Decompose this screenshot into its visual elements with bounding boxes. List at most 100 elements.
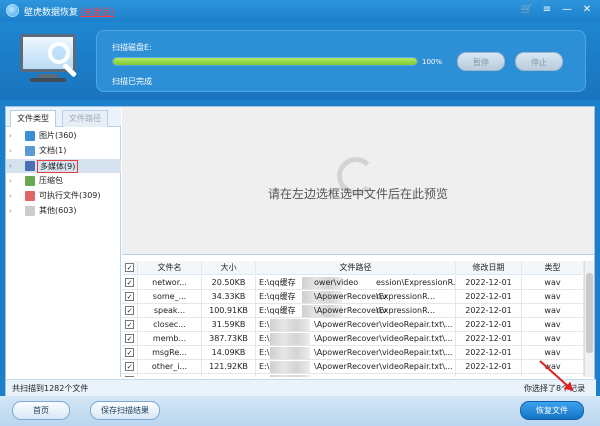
modified-date: 2022-12-01: [456, 290, 522, 304]
scan-progress-bar: [112, 57, 418, 66]
row-checkbox[interactable]: ✓: [125, 348, 134, 357]
table-row[interactable]: ✓ speak... 100.91KB E:\qq缓存 \ApowerRecover\v…: [122, 304, 584, 318]
column-header[interactable]: 类型: [522, 261, 584, 275]
tree-item[interactable]: › 压缩包: [6, 174, 121, 188]
preview-pane: 请在左边选框选中文件后在此预览: [122, 107, 594, 255]
save-scan-result-button[interactable]: 保存扫描结果: [90, 401, 160, 420]
modified-date: 2022-12-01: [456, 304, 522, 318]
path-prefix: E:\: [259, 362, 270, 371]
column-header[interactable]: 修改日期: [456, 261, 522, 275]
pause-button[interactable]: 暂停: [457, 52, 505, 71]
column-header[interactable]: 文件名: [138, 261, 202, 275]
row-checkbox[interactable]: ✓: [125, 376, 134, 377]
expand-arrow-icon[interactable]: ›: [9, 174, 12, 188]
table-row[interactable]: ✓ video...95.00KBE:\ \ApowerRecover\videoR…: [122, 374, 584, 377]
tree-item-label: 其他(603): [39, 206, 77, 215]
tree-item[interactable]: › 图片(360): [6, 129, 121, 143]
row-checkbox[interactable]: ✓: [125, 278, 134, 287]
activation-link[interactable]: (未激活): [80, 8, 114, 18]
file-type-tree: › 图片(360) › 文档(1) › 多媒体(9) › 压缩包 › 可执行文件(309) › 其他(…: [6, 127, 121, 377]
close-icon[interactable]: ✕: [580, 3, 594, 17]
path-suffix: \ApowerRecover\videoRepair.txt\...: [314, 362, 453, 371]
file-type: wav: [522, 332, 584, 346]
file-path: E:\ \ApowerRecover\videoRepair.txt\...: [256, 318, 456, 332]
path-prefix: E:\: [259, 348, 270, 357]
path-tail: \ExpressionR...: [376, 292, 436, 301]
recover-files-button[interactable]: 恢复文件: [520, 401, 584, 420]
path-suffix: \ApowerRecover\videoRepair.txt\...: [314, 374, 453, 377]
app-title: 壁虎数据恢复 (未激活): [24, 5, 114, 18]
path-suffix: ower\video: [314, 278, 359, 287]
table-row[interactable]: ✓ msgRe... 14.09KB E:\ \ApowerRecover\videoR…: [122, 346, 584, 360]
column-header[interactable]: 文件路径: [256, 261, 456, 275]
table-row[interactable]: ✓ memb... 387.73KB E:\ \ApowerRecover\videoR…: [122, 332, 584, 346]
status-bar: 共扫描到1282个文件 你选择了8个记录: [6, 379, 596, 397]
table-row[interactable]: ✓ other_i... 121.92KB E:\ \ApowerRecover\vid…: [122, 360, 584, 374]
scan-percent: 100%: [422, 58, 443, 66]
tree-item[interactable]: › 文档(1): [6, 144, 121, 158]
app-title-text: 壁虎数据恢复: [24, 8, 79, 18]
expand-arrow-icon[interactable]: ›: [9, 159, 12, 173]
tab-file-path[interactable]: 文件路径: [62, 110, 108, 127]
file-type: wav: [522, 290, 584, 304]
home-button[interactable]: 首页: [12, 401, 70, 420]
table-row[interactable]: ✓ closec... 31.59KB E:\ \ApowerRecover\video…: [122, 318, 584, 332]
row-checkbox[interactable]: ✓: [125, 306, 134, 315]
file-table: ✓ 文件名 大小 文件路径 修改日期 类型 ✓ networ... 20.50KB E:\qq缓存…: [122, 261, 594, 377]
tab-bar: 文件类型 文件路径: [6, 107, 121, 127]
scan-status: 扫描已完成: [112, 77, 152, 86]
row-checkbox[interactable]: ✓: [125, 362, 134, 371]
file-size: 31.59KB: [202, 318, 256, 332]
tree-item-label: 文档(1): [39, 146, 67, 155]
select-all-checkbox[interactable]: ✓: [125, 263, 134, 272]
modified-date: 2022-12-01: [456, 374, 522, 377]
file-path: E:\qq缓存 \ApowerRecover\v \ExpressionR...: [256, 304, 456, 318]
tab-file-type[interactable]: 文件类型: [10, 110, 56, 127]
file-type: wav: [522, 318, 584, 332]
scrollbar-thumb[interactable]: [586, 273, 593, 353]
file-name: speak...: [138, 304, 202, 318]
file-path: E:\qq缓存 ower\video ession\ExpressionR...: [256, 276, 456, 290]
table-row[interactable]: ✓ some_... 34.33KB E:\qq缓存 \ApowerRecover\v \…: [122, 290, 584, 304]
scan-progress-fill: [113, 58, 417, 65]
redacted-blur: [270, 361, 310, 373]
file-size: 121.92KB: [202, 360, 256, 374]
column-header[interactable]: 大小: [202, 261, 256, 275]
expand-arrow-icon[interactable]: ›: [9, 144, 12, 158]
file-size: 14.09KB: [202, 346, 256, 360]
path-prefix: E:\: [259, 334, 270, 343]
stop-button[interactable]: 停止: [515, 52, 563, 71]
scan-result-count: 共扫描到1282个文件: [12, 384, 89, 393]
redacted-blur: [270, 333, 310, 345]
tree-item[interactable]: › 多媒体(9): [6, 159, 121, 173]
expand-arrow-icon[interactable]: ›: [9, 204, 12, 218]
image-icon: [25, 131, 35, 141]
expand-arrow-icon[interactable]: ›: [9, 129, 12, 143]
file-size: 34.33KB: [202, 290, 256, 304]
row-checkbox[interactable]: ✓: [125, 292, 134, 301]
tree-item[interactable]: › 可执行文件(309): [6, 189, 121, 203]
multimedia-icon: [25, 161, 35, 171]
redacted-blur: [270, 347, 310, 359]
minimize-icon[interactable]: —: [560, 3, 574, 17]
tree-item-label: 压缩包: [39, 176, 63, 185]
path-prefix: E:\qq缓存: [259, 292, 296, 301]
modified-date: 2022-12-01: [456, 332, 522, 346]
tree-item-label: 可执行文件(309): [39, 191, 101, 200]
table-row[interactable]: ✓ networ... 20.50KB E:\qq缓存 ower\video ession…: [122, 276, 584, 290]
modified-date: 2022-12-01: [456, 276, 522, 290]
path-suffix: \ApowerRecover\videoRepair.txt\...: [314, 334, 453, 343]
file-path: E:\ \ApowerRecover\videoRepair.txt\...: [256, 346, 456, 360]
file-size: 20.50KB: [202, 276, 256, 290]
path-suffix: \ApowerRecover\videoRepair.txt\...: [314, 320, 453, 329]
expand-arrow-icon[interactable]: ›: [9, 189, 12, 203]
cart-icon[interactable]: 🛒: [520, 3, 534, 17]
path-tail: ession\ExpressionR...: [376, 278, 456, 287]
menu-icon[interactable]: ≡: [540, 3, 554, 17]
file-path: E:\ \ApowerRecover\videoRepair.txt\...: [256, 332, 456, 346]
table-scrollbar[interactable]: [584, 261, 594, 377]
row-checkbox[interactable]: ✓: [125, 320, 134, 329]
path-suffix: \ApowerRecover\videoRepair.txt\...: [314, 348, 453, 357]
tree-item[interactable]: › 其他(603): [6, 204, 121, 218]
row-checkbox[interactable]: ✓: [125, 334, 134, 343]
